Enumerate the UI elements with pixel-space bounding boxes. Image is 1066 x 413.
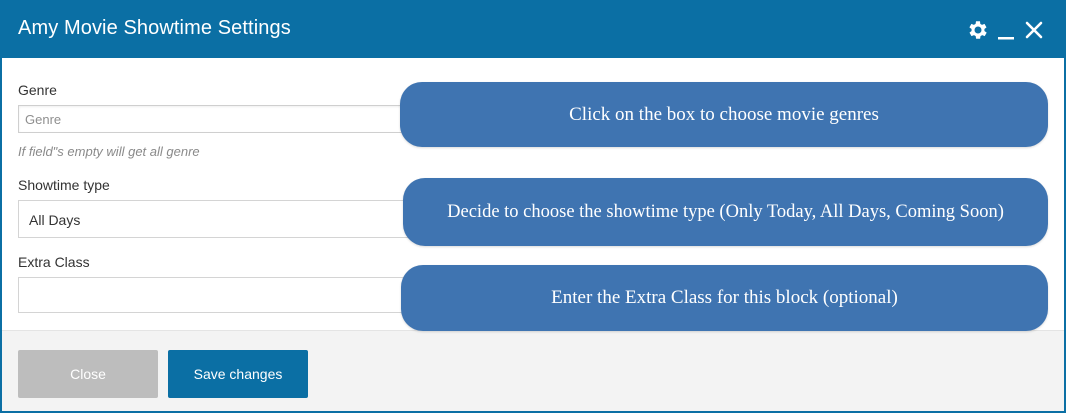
showtime-type-value: All Days [29, 212, 81, 228]
showtime-type-label: Showtime type [18, 177, 110, 193]
save-changes-button[interactable]: Save changes [168, 350, 308, 398]
extra-class-input[interactable] [18, 277, 438, 313]
callout-genre: Click on the box to choose movie genres [400, 82, 1048, 147]
settings-dialog: Amy Movie Showtime Settings Genre Genre … [0, 0, 1066, 413]
close-icon[interactable] [1022, 18, 1046, 42]
dialog-title: Amy Movie Showtime Settings [18, 17, 291, 39]
showtime-type-select[interactable]: All Days [18, 200, 438, 238]
dialog-footer: Close Save changes [2, 330, 1064, 411]
callout-showtime-type: Decide to choose the showtime type (Only… [403, 178, 1048, 246]
dialog-titlebar: Amy Movie Showtime Settings [2, 2, 1064, 58]
minimize-icon[interactable] [994, 18, 1018, 42]
close-button[interactable]: Close [18, 350, 158, 398]
extra-class-label: Extra Class [18, 254, 90, 270]
genre-input[interactable]: Genre [18, 105, 438, 133]
genre-label: Genre [18, 82, 57, 98]
genre-placeholder: Genre [25, 112, 62, 127]
genre-hint: If field"s empty will get all genre [18, 144, 200, 159]
gear-icon[interactable] [966, 18, 990, 42]
callout-extra-class: Enter the Extra Class for this block (op… [401, 265, 1048, 331]
